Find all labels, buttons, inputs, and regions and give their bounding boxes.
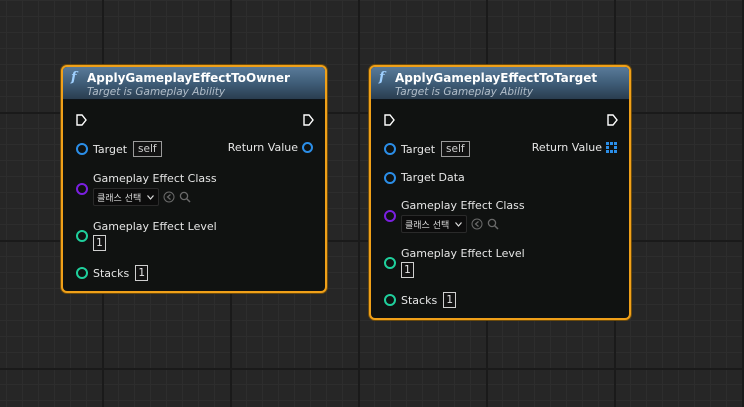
pin-return-value[interactable]: Return Value — [228, 141, 313, 154]
effect-level-field[interactable]: 1 — [401, 262, 414, 278]
exec-out-pin-icon[interactable] — [607, 114, 618, 126]
class-pin-icon[interactable] — [384, 210, 396, 222]
pin-label: Gameplay Effect Class — [93, 172, 217, 185]
pin-target[interactable]: Target self — [384, 141, 470, 157]
target-value-field[interactable]: self — [441, 141, 470, 157]
chevron-down-icon — [147, 194, 155, 200]
node-subtitle: Target is Gameplay Ability — [395, 86, 534, 98]
class-pin-icon[interactable] — [76, 183, 88, 195]
pin-label: Target — [93, 142, 128, 156]
class-select-combo[interactable]: 클래스 선택 — [93, 188, 160, 206]
pin-label: Stacks — [93, 266, 130, 280]
node-apply-effect-to-owner[interactable]: f ApplyGameplayEffectToOwner Target is G… — [61, 65, 327, 293]
pin-return-value[interactable]: Return Value — [532, 141, 617, 154]
pin-label: Gameplay Effect Class — [401, 199, 525, 212]
function-icon: f — [379, 70, 385, 85]
node-header[interactable]: f ApplyGameplayEffectToOwner Target is G… — [63, 67, 325, 100]
pin-label: Target Data — [401, 171, 465, 184]
numeric-pin-icon[interactable] — [384, 294, 396, 306]
array-pin-icon[interactable] — [606, 142, 617, 153]
class-select-value: 클래스 선택 — [405, 220, 450, 231]
use-selected-icon[interactable] — [163, 191, 175, 203]
class-select-value: 클래스 선택 — [97, 193, 142, 204]
pin-gameplay-effect-class[interactable]: Gameplay Effect Class 클래스 선택 — [76, 172, 217, 206]
pin-target-data[interactable]: Target Data — [384, 171, 465, 184]
chevron-down-icon — [455, 221, 463, 227]
exec-in-pin-icon[interactable] — [76, 114, 87, 126]
pin-label: Gameplay Effect Level — [93, 220, 217, 233]
object-pin-icon[interactable] — [384, 143, 396, 155]
node-title: ApplyGameplayEffectToTarget — [395, 71, 598, 85]
exec-in-pin-icon[interactable] — [384, 114, 395, 126]
pin-target[interactable]: Target self — [76, 141, 162, 157]
pin-label: Return Value — [531, 141, 602, 154]
pin-label: Stacks — [401, 293, 438, 307]
node-header[interactable]: f ApplyGameplayEffectToTarget Target is … — [371, 67, 629, 100]
browse-search-icon[interactable] — [179, 191, 191, 203]
pin-label: Gameplay Effect Level — [401, 247, 525, 260]
numeric-pin-icon[interactable] — [76, 230, 88, 242]
stacks-field[interactable]: 1 — [443, 292, 457, 308]
node-apply-effect-to-target[interactable]: f ApplyGameplayEffectToTarget Target is … — [369, 65, 631, 320]
class-select-combo[interactable]: 클래스 선택 — [401, 215, 468, 233]
pin-label: Return Value — [227, 141, 298, 154]
numeric-pin-icon[interactable] — [76, 267, 88, 279]
target-value-field[interactable]: self — [133, 141, 162, 157]
use-selected-icon[interactable] — [471, 218, 483, 230]
browse-search-icon[interactable] — [487, 218, 499, 230]
struct-pin-icon[interactable] — [384, 171, 396, 184]
numeric-pin-icon[interactable] — [384, 257, 396, 269]
pin-stacks[interactable]: Stacks 1 — [76, 265, 149, 281]
object-pin-icon[interactable] — [76, 143, 88, 155]
pin-gameplay-effect-level[interactable]: Gameplay Effect Level 1 — [76, 220, 217, 251]
object-pin-icon[interactable] — [302, 142, 313, 153]
pin-gameplay-effect-level[interactable]: Gameplay Effect Level 1 — [384, 247, 525, 278]
pin-gameplay-effect-class[interactable]: Gameplay Effect Class 클래스 선택 — [384, 199, 525, 233]
node-subtitle: Target is Gameplay Ability — [87, 86, 226, 98]
node-title: ApplyGameplayEffectToOwner — [87, 71, 290, 85]
function-icon: f — [71, 70, 77, 85]
stacks-field[interactable]: 1 — [135, 265, 149, 281]
exec-out-pin-icon[interactable] — [303, 114, 314, 126]
pin-label: Target — [401, 142, 436, 156]
pin-stacks[interactable]: Stacks 1 — [384, 292, 457, 308]
effect-level-field[interactable]: 1 — [93, 235, 106, 251]
